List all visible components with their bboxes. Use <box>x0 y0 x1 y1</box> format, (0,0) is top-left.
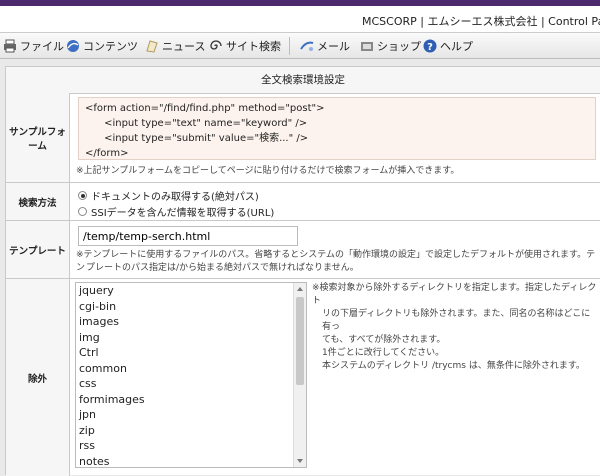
exclude-note-line: ※検索対象から除外するディレクトリを指定します。指定したディレクト <box>312 283 597 306</box>
mail-icon <box>300 39 314 53</box>
toolbar-help-label: ヘルプ <box>440 40 473 53</box>
svg-text:?: ? <box>427 42 433 53</box>
code-line: <input type="submit" value="検索..." /> <box>85 133 309 144</box>
exclude-note: ※検索対象から除外するディレクトリを指定します。指定したディレクト リの下層ディ… <box>312 282 598 373</box>
toolbar-site-search[interactable]: サイト検索 <box>209 37 281 55</box>
toolbar-news-label: ニュース <box>162 40 206 53</box>
header: MCSCORP | エムシーエス株式会社 | Control Pa <box>0 6 600 33</box>
exclude-item: img <box>79 330 100 344</box>
toolbar-shop[interactable]: ショップ <box>360 37 421 55</box>
toolbar-news[interactable]: ニュース <box>145 37 205 55</box>
exclude-row: jquery cgi-bin images img Ctrl common cs… <box>70 279 600 476</box>
exclude-note-line: リの下層ディレクトリも除外されます。また、同名の名称はどこに有っ <box>322 309 591 332</box>
search-method-option-ssi[interactable]: SSIデータを含んだ情報を取得する(URL) <box>78 204 274 219</box>
exclude-dirs-textarea[interactable]: jquery cgi-bin images img Ctrl common cs… <box>75 282 307 468</box>
panel-title: 全文検索環境設定 <box>6 67 600 94</box>
toolbar-site-search-label: サイト検索 <box>226 40 281 53</box>
code-line: <form action="/find/find.php" method="po… <box>85 103 325 114</box>
exclude-note-line: ても、すべてが除外されます。 <box>322 335 446 345</box>
radio-selected[interactable] <box>78 191 87 200</box>
search-method-label: 検索方法 <box>6 183 70 221</box>
code-line: </form> <box>85 148 129 159</box>
toolbar-help[interactable]: ? ヘルプ <box>423 37 473 55</box>
scroll-down-arrow-icon[interactable] <box>297 459 303 463</box>
main-toolbar: ファイル コンテンツ ニュース サイト検索 メール ショップ ? ヘルプ <box>0 33 600 59</box>
exclude-item: rss <box>79 439 95 452</box>
search-method-option-document[interactable]: ドキュメントのみ取得する(絶対パス) <box>78 188 259 203</box>
toolbar-mail-label: メール <box>317 40 350 53</box>
exclude-item: cgi-bin <box>79 299 117 313</box>
exclude-item: css <box>79 377 97 390</box>
sample-form-row: <form action="/find/find.php" method="po… <box>70 93 600 183</box>
toolbar-file-label: ファイル <box>20 40 64 53</box>
globe-icon <box>66 39 80 53</box>
option-label: ドキュメントのみ取得する(絶対パス) <box>91 192 259 203</box>
template-path-input[interactable] <box>78 226 298 246</box>
exclude-note-line: 本システムのディレクトリ /trycms は、無条件に除外されます。 <box>322 361 585 371</box>
scrollbar-thumb[interactable] <box>296 297 304 385</box>
news-icon <box>145 39 159 53</box>
exclude-item: jquery <box>79 284 114 297</box>
toolbar-contents-label: コンテンツ <box>83 40 138 53</box>
toolbar-shop-label: ショップ <box>377 40 421 53</box>
code-line: <input type="text" name="keyword" /> <box>85 118 308 129</box>
template-row: ※テンプレートに使用するファイルのパス。省略するとシステムの「動作環境の設定」で… <box>70 221 600 279</box>
exclude-item: images <box>79 315 119 328</box>
scroll-up-arrow-icon[interactable] <box>297 287 303 291</box>
toolbar-file[interactable]: ファイル <box>3 37 64 55</box>
sample-form-note: ※上記サンプルフォームをコピーしてページに貼り付けるだけで検索フォームが挿入でき… <box>76 166 460 176</box>
toolbar-separator <box>289 37 290 55</box>
exclude-item: Ctrl <box>79 346 99 359</box>
sample-form-label: サンプルフォーム <box>6 93 70 183</box>
company-title: MCSCORP | エムシーエス株式会社 | Control Pa <box>362 15 600 28</box>
search-method-row: ドキュメントのみ取得する(絶対パス) SSIデータを含んだ情報を取得する(URL… <box>70 183 600 221</box>
exclude-note-line: 1件ごとに改行してください。 <box>322 348 445 358</box>
exclude-item: notes <box>79 454 110 468</box>
exclude-item: jpn <box>79 408 97 421</box>
exclude-label: 除外 <box>6 279 70 476</box>
exclude-item: zip <box>79 423 95 437</box>
shop-icon <box>360 39 374 53</box>
toolbar-mail[interactable]: メール <box>300 37 350 55</box>
option-label: SSIデータを含んだ情報を取得する(URL) <box>91 208 275 219</box>
radio-unselected[interactable] <box>78 207 87 216</box>
toolbar-contents[interactable]: コンテンツ <box>66 37 138 55</box>
printer-icon <box>3 39 17 53</box>
settings-panel: 全文検索環境設定 サンプルフォーム <form action="/find/fi… <box>5 66 600 476</box>
textarea-scrollbar[interactable] <box>293 283 306 467</box>
template-label: テンプレート <box>6 221 70 279</box>
template-note-line2: プレートのパス指定は/から始まる絶対パスで無ければなりません。 <box>86 263 359 273</box>
help-icon: ? <box>423 39 437 53</box>
spiral-icon <box>209 39 223 53</box>
exclude-item: common <box>79 361 127 375</box>
sample-form-code[interactable]: <form action="/find/find.php" method="po… <box>78 97 596 160</box>
exclude-item: formimages <box>79 392 145 406</box>
